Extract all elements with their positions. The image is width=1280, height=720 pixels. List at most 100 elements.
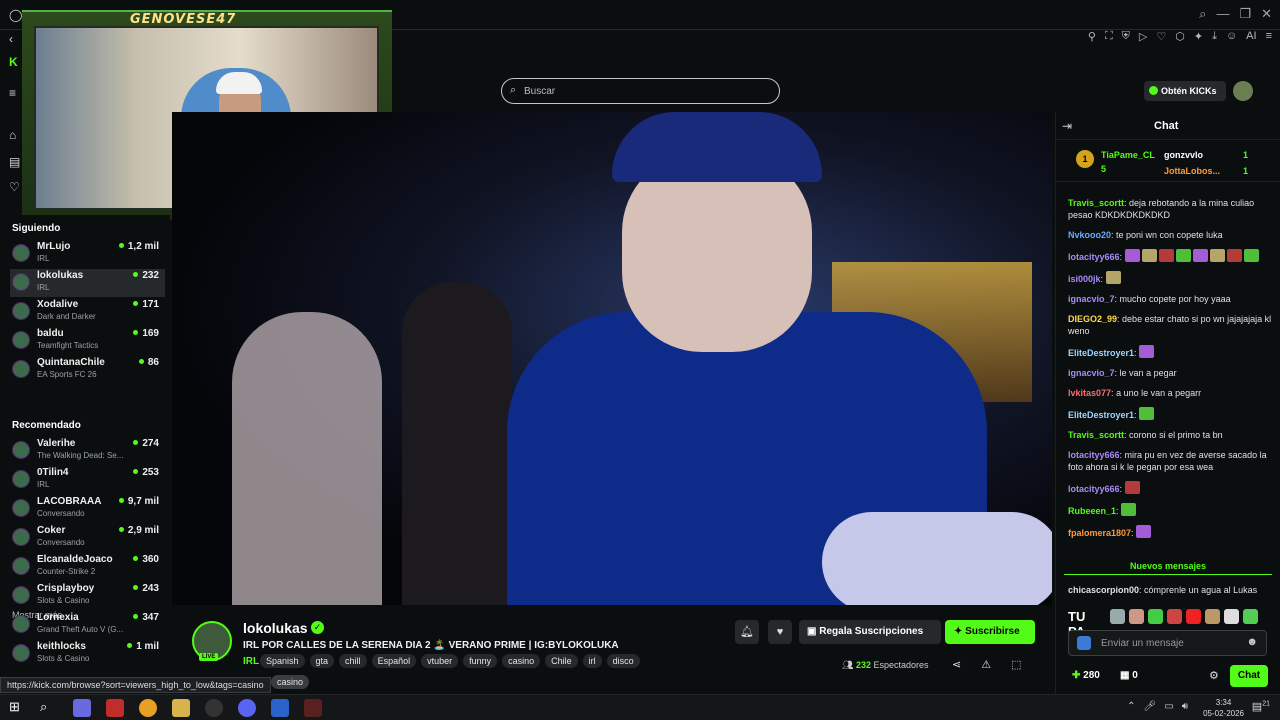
chat-username[interactable]: DIEGO2_99 (1068, 314, 1117, 324)
home-icon[interactable]: ⌂ (9, 128, 16, 142)
sidebar-channel[interactable]: ElcanaldeJoaco Counter-Strike 2 360 (10, 553, 165, 581)
emote-icon[interactable] (1243, 609, 1258, 624)
emote-text[interactable]: TU PA (1068, 609, 1106, 639)
search-icon[interactable]: ⌕ (1199, 6, 1206, 22)
volume-icon[interactable]: 🔊︎ (1182, 701, 1188, 712)
stream-tag[interactable]: casino (502, 654, 541, 668)
clock[interactable]: 3:34 05-02-2026 (1203, 697, 1244, 719)
leader-user-1[interactable]: TiaPame_CL (1101, 150, 1155, 160)
chat-username[interactable]: Travis_scortt (1068, 198, 1124, 208)
clip-icon[interactable]: ⬚ (1011, 658, 1021, 671)
profile-icon[interactable]: ☺ (1226, 30, 1237, 50)
chevron-up-icon[interactable]: ⌃ (1127, 701, 1135, 712)
play-icon[interactable]: ▷ (1139, 30, 1147, 50)
obs-icon[interactable] (205, 699, 223, 717)
follow-heart-icon[interactable]: ♥ (768, 620, 792, 644)
share-icon[interactable]: ⋖ (952, 658, 961, 671)
emote-icon[interactable] (1186, 609, 1201, 624)
report-icon[interactable]: ⚠ (981, 658, 991, 671)
chat-username[interactable]: lotacityy666 (1068, 450, 1120, 460)
chat-username[interactable]: lvkitas077 (1068, 388, 1111, 398)
chat-username[interactable]: isi000jk (1068, 274, 1101, 284)
emote-icon[interactable] (1148, 609, 1163, 624)
emote-picker-icon[interactable] (1077, 636, 1091, 650)
chat-username[interactable]: fpalomera1807 (1068, 528, 1131, 538)
stream-tag[interactable]: disco (606, 654, 640, 668)
chat-username[interactable]: ignacvio_7 (1068, 294, 1115, 304)
chat-username[interactable]: Rubeeen_1 (1068, 506, 1116, 516)
menu-icon[interactable]: ≡ (1266, 30, 1272, 50)
chat-username[interactable]: lotacityy666 (1068, 252, 1120, 262)
leader-user-3[interactable]: JottaLobos... (1164, 166, 1220, 176)
chat-username[interactable]: Nvkooo20 (1068, 230, 1111, 240)
sidebar-channel[interactable]: Lornexia Grand Theft Auto V (G... 347 (10, 611, 165, 639)
crop-icon[interactable]: ⛶ (1105, 30, 1113, 50)
stream-category[interactable]: IRL (243, 656, 259, 667)
chrome-icon[interactable] (139, 699, 157, 717)
stream-tag[interactable]: gta (309, 654, 335, 668)
chat-username[interactable]: ignacvio_7 (1068, 368, 1115, 378)
notification-bell-icon[interactable]: 🔔︎ (735, 620, 759, 644)
close-icon[interactable]: ✕ (1261, 6, 1272, 22)
chat-username[interactable]: EliteDestroyer1 (1068, 410, 1134, 420)
video-player[interactable] (172, 112, 1052, 605)
download-icon[interactable]: ⤓ (1212, 30, 1217, 50)
network-icon[interactable]: ▭ (1164, 701, 1173, 712)
emote-icon[interactable] (1167, 609, 1182, 624)
back-icon[interactable]: ‹ (9, 32, 13, 46)
gear-icon[interactable]: ⚙ (1209, 669, 1219, 682)
chat-username[interactable]: EliteDestroyer1 (1068, 348, 1134, 358)
gift-count[interactable]: ▦ 0 (1120, 670, 1138, 681)
sidebar-channel[interactable]: MrLujo IRL 1,2 mil (10, 240, 165, 268)
opera-icon[interactable] (106, 699, 124, 717)
stream-tag[interactable]: funny (463, 654, 498, 668)
user-avatar[interactable] (1233, 81, 1253, 101)
emote-icon[interactable] (1129, 609, 1144, 624)
sidebar-channel[interactable]: Valerihe The Walking Dead: Se... 274 (10, 437, 165, 465)
stream-tag[interactable]: Español (371, 654, 417, 668)
emoji-icon[interactable]: ☻ (1246, 636, 1258, 648)
sidebar-channel[interactable]: keithlocks Slots & Casino 1 mil (10, 640, 165, 668)
chat-input[interactable]: Enviar un mensaje ☻ (1068, 630, 1267, 656)
sidebar-channel[interactable]: Xodalive Dark and Darker 171 (10, 298, 165, 326)
chat-username[interactable]: chicascorpion00 (1068, 585, 1139, 595)
heart-icon[interactable]: ♡ (1156, 30, 1166, 50)
subscribe-button[interactable]: ✦ Suscribirse (945, 620, 1035, 644)
channel-points[interactable]: ✚ 280 (1072, 670, 1100, 681)
send-chat-button[interactable]: Chat (1230, 665, 1268, 687)
puzzle-icon[interactable]: ✦ (1194, 30, 1203, 50)
mic-icon[interactable]: 🎤︎ (1144, 701, 1157, 712)
browse-icon[interactable]: ▤ (9, 155, 20, 169)
emote-icon[interactable] (1205, 609, 1220, 624)
sidebar-channel[interactable]: baldu Teamfight Tactics 169 (10, 327, 165, 355)
gift-subs-button[interactable]: ▣ Regala Suscripciones (799, 620, 941, 644)
kick-logo-icon[interactable]: K (9, 55, 18, 69)
sidebar-channel[interactable]: QuintanaChile EA Sports FC 26 86 (10, 356, 165, 384)
leader-user-2[interactable]: gonzvvlo (1164, 150, 1203, 160)
ai-label[interactable]: AI (1246, 30, 1256, 50)
notifications-icon[interactable]: ▤21 (1252, 700, 1270, 713)
stream-tag[interactable]: irl (582, 654, 602, 668)
stream-tag[interactable]: vtuber (421, 654, 459, 668)
hamburger-icon[interactable]: ≡ (9, 86, 16, 100)
get-kicks-button[interactable]: Obtén KICKs (1144, 81, 1226, 101)
stream-tag[interactable]: chill (339, 654, 367, 668)
extension-icon[interactable]: ⬡ (1175, 30, 1185, 50)
new-messages-banner[interactable]: Nuevos mensajes (1064, 561, 1272, 575)
sidebar-channel[interactable]: 0Tilin4 IRL 253 (10, 466, 165, 494)
collapse-chat-icon[interactable]: ⇥ (1062, 119, 1072, 133)
app-icon[interactable] (271, 699, 289, 717)
streamer-name[interactable]: lokolukas (243, 620, 308, 636)
restore-icon[interactable]: ❐ (1239, 6, 1251, 22)
stream-tag[interactable]: Chile (545, 654, 578, 668)
windows-start-icon[interactable]: ⊞ (9, 699, 20, 715)
emote-icon[interactable] (1224, 609, 1239, 624)
minimize-icon[interactable]: — (1216, 6, 1229, 22)
taskbar-search-icon[interactable]: ⌕ (40, 699, 47, 715)
search-input[interactable]: ⌕ Buscar (501, 78, 780, 104)
copilot-icon[interactable] (73, 699, 91, 717)
chat-username[interactable]: lotacityy666 (1068, 484, 1120, 494)
stream-tag[interactable]: Spanish (260, 654, 305, 668)
following-icon[interactable]: ♡ (9, 180, 20, 194)
sidebar-channel[interactable]: LACOBRAAA Conversando 9,7 mil (10, 495, 165, 523)
